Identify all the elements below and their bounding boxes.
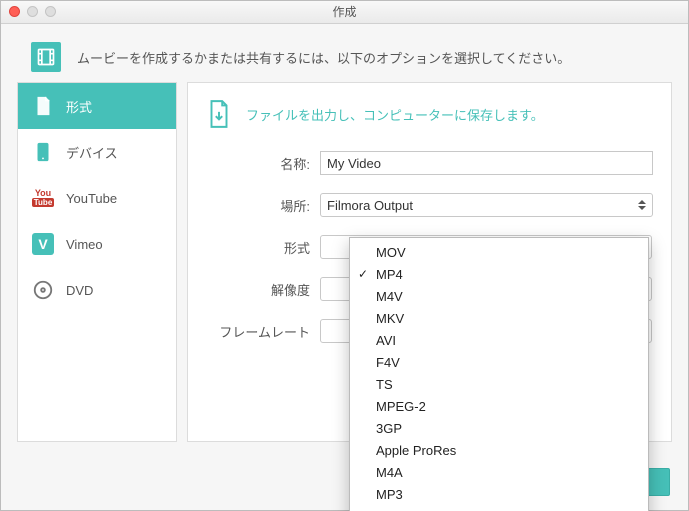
format-option[interactable]: M4A xyxy=(350,462,648,484)
format-option[interactable]: F4V xyxy=(350,352,648,374)
framerate-label: フレームレート xyxy=(206,322,320,341)
format-option[interactable]: MKV xyxy=(350,308,648,330)
format-option[interactable]: MPEG-2 xyxy=(350,396,648,418)
stepper-arrows-icon xyxy=(634,195,650,215)
location-value: Filmora Output xyxy=(327,198,413,213)
sidebar-item-label: Vimeo xyxy=(66,237,103,252)
format-option[interactable]: Apple ProRes xyxy=(350,440,648,462)
panel-title: ファイルを出力し、コンピューターに保存します。 xyxy=(206,99,653,129)
name-input[interactable] xyxy=(320,151,653,175)
intro-text: ムービーを作成するかまたは共有するには、以下のオプションを選択してください。 xyxy=(77,48,570,67)
titlebar: 作成 xyxy=(1,1,688,24)
file-icon xyxy=(32,95,54,117)
sidebar-item-label: DVD xyxy=(66,283,93,298)
resolution-label: 解像度 xyxy=(206,280,320,299)
minimize-window-button[interactable] xyxy=(27,6,38,17)
name-label: 名称: xyxy=(206,154,320,173)
device-icon xyxy=(32,141,54,163)
sidebar-item-label: 形式 xyxy=(66,97,92,116)
format-option[interactable]: 3GP xyxy=(350,418,648,440)
maximize-window-button[interactable] xyxy=(45,6,56,17)
format-label: 形式 xyxy=(206,238,320,257)
sidebar-item-youtube[interactable]: YouTube YouTube xyxy=(18,175,176,221)
sidebar-item-vimeo[interactable]: V Vimeo xyxy=(18,221,176,267)
traffic-lights xyxy=(9,6,56,17)
file-download-icon xyxy=(206,99,232,129)
format-option[interactable]: MP3 xyxy=(350,484,648,506)
sidebar-item-dvd[interactable]: DVD xyxy=(18,267,176,313)
intro-bar: ムービーを作成するかまたは共有するには、以下のオプションを選択してください。 xyxy=(1,24,688,82)
destination-sidebar: 形式 デバイス YouTube YouTube V Vi xyxy=(17,82,177,442)
format-dropdown[interactable]: MOV MP4 M4V MKV AVI F4V TS MPEG-2 3GP Ap… xyxy=(349,237,649,511)
window-title: 作成 xyxy=(332,5,356,19)
row-name: 名称: xyxy=(206,151,653,175)
export-window: 作成 ムービーを作成するかまたは共有するには、以下のオプションを選択してください… xyxy=(0,0,689,511)
close-window-button[interactable] xyxy=(9,6,20,17)
location-label: 場所: xyxy=(206,196,320,215)
format-option[interactable]: M4V xyxy=(350,286,648,308)
panel-title-text: ファイルを出力し、コンピューターに保存します。 xyxy=(246,105,544,124)
format-option[interactable]: TS xyxy=(350,374,648,396)
format-option[interactable]: AVI xyxy=(350,330,648,352)
format-option[interactable]: GIF xyxy=(350,506,648,511)
format-option[interactable]: MOV xyxy=(350,242,648,264)
location-select[interactable]: Filmora Output xyxy=(320,193,653,217)
format-option[interactable]: MP4 xyxy=(350,264,648,286)
row-location: 場所: Filmora Output xyxy=(206,193,653,217)
vimeo-icon: V xyxy=(32,233,54,255)
sidebar-item-format[interactable]: 形式 xyxy=(18,83,176,129)
youtube-icon: YouTube xyxy=(32,187,54,209)
sidebar-item-label: デバイス xyxy=(66,143,118,162)
sidebar-item-label: YouTube xyxy=(66,191,117,206)
dvd-icon xyxy=(32,279,54,301)
sidebar-item-device[interactable]: デバイス xyxy=(18,129,176,175)
export-movie-icon xyxy=(31,42,61,72)
